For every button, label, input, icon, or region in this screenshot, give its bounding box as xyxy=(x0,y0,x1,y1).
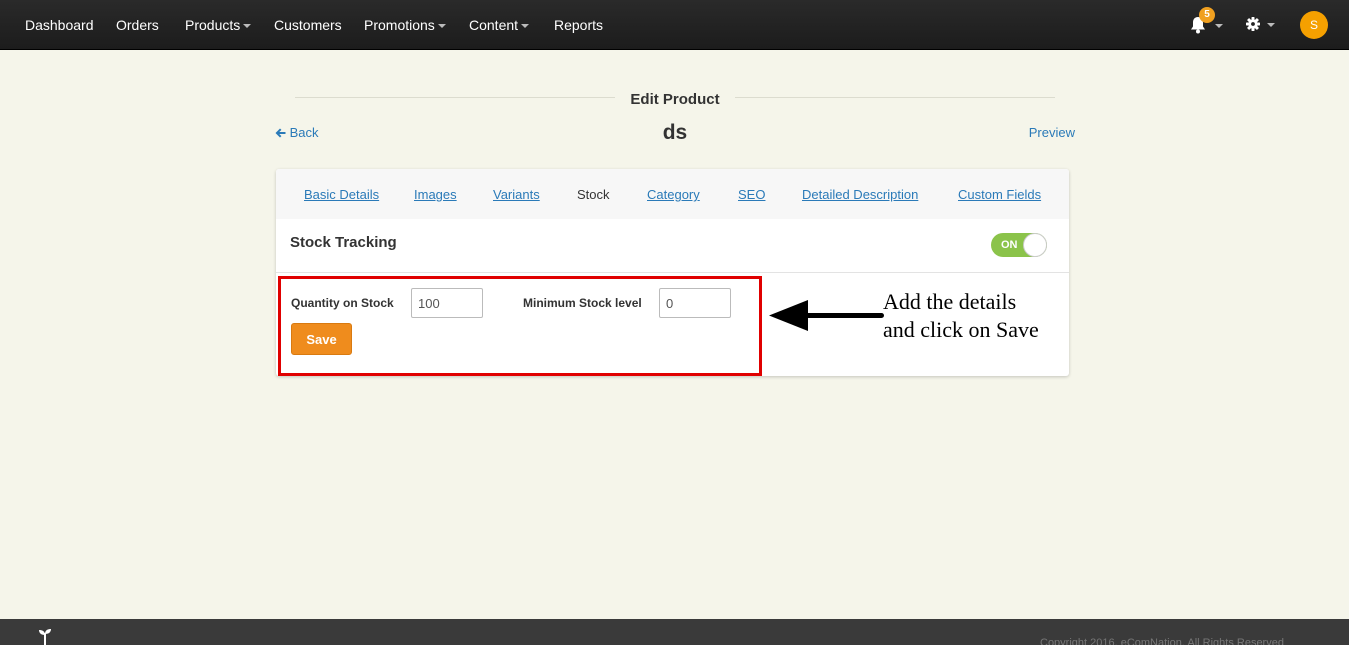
stock-tracking-toggle[interactable]: ON xyxy=(991,233,1047,257)
notification-count-badge: 5 xyxy=(1199,7,1215,23)
chevron-down-icon xyxy=(243,24,252,29)
chevron-down-icon xyxy=(521,24,530,29)
tab-images[interactable]: Images xyxy=(414,187,457,202)
back-link[interactable]: Back xyxy=(275,125,319,140)
nav-customers-label: Customers xyxy=(274,17,342,33)
highlight-box xyxy=(278,276,762,376)
sprout-logo-icon xyxy=(39,629,51,645)
tab-stock[interactable]: Stock xyxy=(577,187,610,202)
annotation-text: Add the details and click on Save xyxy=(883,288,1083,344)
user-avatar[interactable]: S xyxy=(1300,11,1328,39)
gear-icon xyxy=(1246,17,1260,31)
nav-customers[interactable]: Customers xyxy=(274,0,342,50)
nav-products[interactable]: Products xyxy=(185,0,252,50)
page-footer: Copyright 2016, eComNation. All Rights R… xyxy=(0,619,1349,645)
tab-basic-details[interactable]: Basic Details xyxy=(304,187,379,202)
stock-tracking-label: Stock Tracking xyxy=(290,234,397,251)
product-tabs: Basic Details Images Variants Stock Cate… xyxy=(276,169,1069,219)
nav-reports[interactable]: Reports xyxy=(554,0,603,50)
nav-promotions[interactable]: Promotions xyxy=(364,0,446,50)
nav-content-label: Content xyxy=(469,17,519,33)
page-title: Edit Product xyxy=(630,91,720,108)
tab-detailed-description[interactable]: Detailed Description xyxy=(802,187,918,202)
nav-dashboard-label: Dashboard xyxy=(25,17,94,33)
nav-dashboard[interactable]: Dashboard xyxy=(25,0,94,50)
tab-custom-fields[interactable]: Custom Fields xyxy=(958,187,1041,202)
toggle-state-label: ON xyxy=(1001,239,1018,251)
tab-category[interactable]: Category xyxy=(647,187,700,202)
preview-link[interactable]: Preview xyxy=(1000,125,1075,140)
notifications-button[interactable]: 5 xyxy=(1190,7,1223,36)
nav-products-label: Products xyxy=(185,17,241,33)
top-navbar: Dashboard Orders Products Customers Prom… xyxy=(0,0,1349,50)
tab-seo[interactable]: SEO xyxy=(738,187,765,202)
nav-content[interactable]: Content xyxy=(469,0,530,50)
title-divider-left xyxy=(295,97,615,98)
chevron-down-icon xyxy=(437,24,446,29)
annotation-line-1: Add the details xyxy=(883,289,1017,314)
chevron-down-icon xyxy=(1215,24,1223,28)
nav-orders[interactable]: Orders xyxy=(116,0,159,50)
settings-button[interactable] xyxy=(1246,17,1278,33)
annotation-line-2: and click on Save xyxy=(883,317,1039,342)
nav-orders-label: Orders xyxy=(116,17,159,33)
nav-reports-label: Reports xyxy=(554,17,604,33)
title-divider-right xyxy=(735,97,1055,98)
back-link-label: Back xyxy=(289,125,319,140)
section-divider xyxy=(276,272,1069,273)
arrow-left-icon xyxy=(275,128,286,138)
tab-variants[interactable]: Variants xyxy=(493,187,540,202)
arrow-left-icon xyxy=(769,300,884,331)
product-name: ds xyxy=(662,121,688,144)
toggle-knob xyxy=(1023,233,1047,257)
nav-promotions-label: Promotions xyxy=(364,17,435,33)
chevron-down-icon xyxy=(1267,23,1275,27)
copyright-text: Copyright 2016, eComNation. All Rights R… xyxy=(1040,637,1284,645)
